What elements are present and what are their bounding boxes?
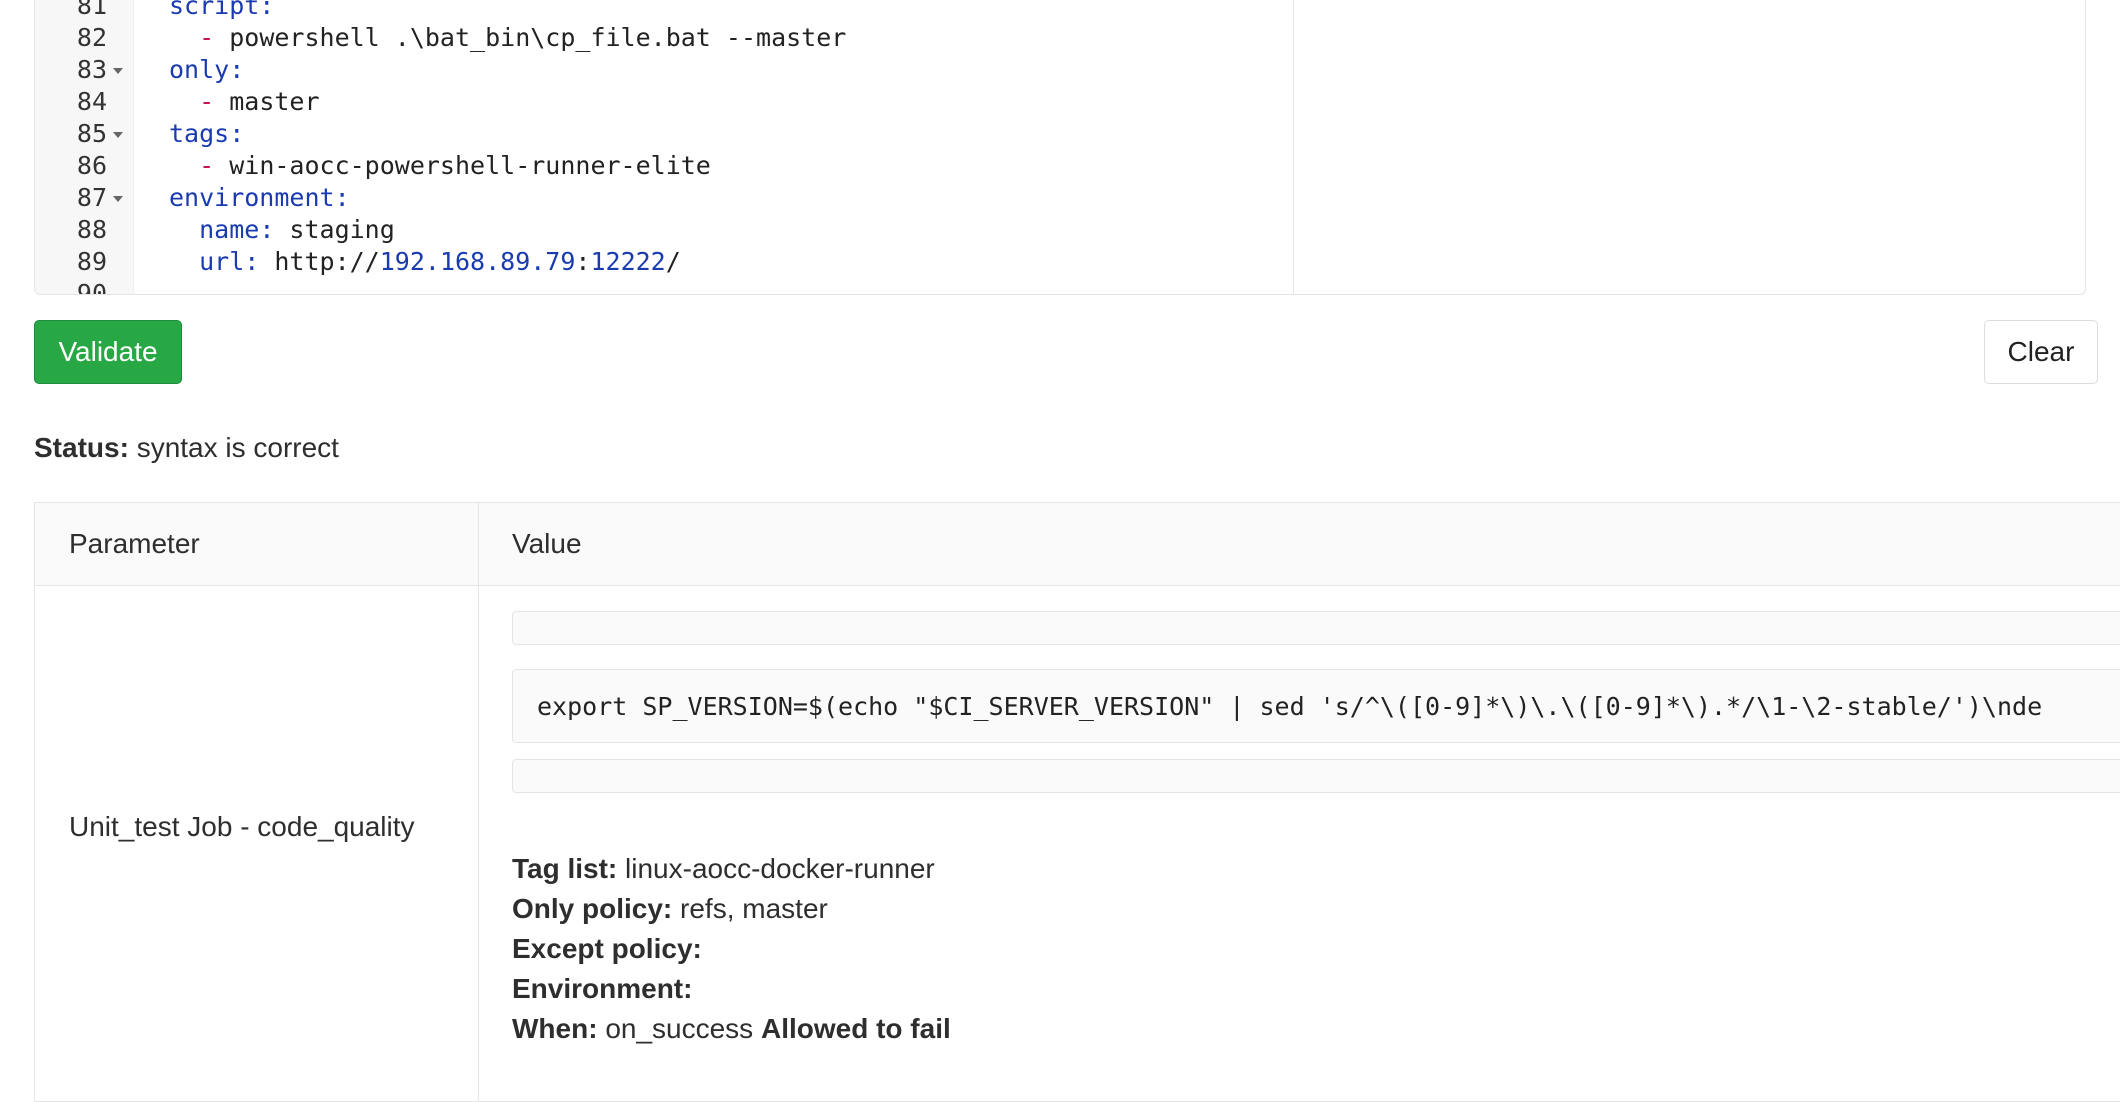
when-value: on_success: [605, 1013, 754, 1044]
ci-yaml-editor[interactable]: 81 script: 82 - powershell .\bat_bin\cp_fi…: [34, 0, 2086, 295]
header-value: Value: [512, 528, 582, 559]
code-line[interactable]: 85 tags:: [35, 118, 1285, 150]
code-line[interactable]: 89 url: http://192.168.89.79:12222/: [35, 246, 1285, 278]
code-line[interactable]: 88 name: staging: [35, 214, 1285, 246]
only-policy-row: Only policy: refs, master: [512, 889, 951, 929]
code-line[interactable]: 83 only:: [35, 54, 1285, 86]
code-text: script:: [169, 0, 275, 20]
fold-arrow-icon[interactable]: [113, 196, 123, 202]
lint-results-table: Parameter Value Unit_test Job - code_qua…: [34, 502, 2120, 1102]
environment-label: Environment:: [512, 973, 693, 1004]
allowed-to-fail: Allowed to fail: [760, 1013, 951, 1044]
job-name: Unit_test Job - code_quality: [69, 811, 415, 842]
line-number: 90: [76, 279, 107, 295]
code-line[interactable]: 87 environment:: [35, 182, 1285, 214]
column-divider: [478, 503, 479, 1101]
code-text: - powershell .\bat_bin\cp_file.bat --mas…: [199, 23, 847, 52]
status-label: Status:: [34, 432, 129, 463]
clear-button[interactable]: Clear: [1984, 320, 2098, 384]
line-number: 81: [76, 0, 107, 20]
tag-list-label: Tag list:: [512, 853, 618, 884]
only-policy-value: refs, master: [680, 893, 828, 924]
tag-list-value: linux-aocc-docker-runner: [625, 853, 935, 884]
only-policy-label: Only policy:: [512, 893, 673, 924]
line-number: 85: [76, 119, 107, 148]
validate-button[interactable]: Validate: [34, 320, 182, 384]
line-number: 84: [76, 87, 107, 116]
code-text: tags:: [169, 119, 245, 148]
status-text: syntax is correct: [136, 432, 339, 463]
except-policy-label: Except policy:: [512, 933, 702, 964]
fold-arrow-icon[interactable]: [113, 132, 123, 138]
line-number: 83: [76, 55, 107, 84]
except-policy-row: Except policy:: [512, 929, 951, 969]
line-number: 82: [76, 23, 107, 52]
before-script-block: [512, 611, 2120, 645]
when-label: When:: [512, 1013, 598, 1044]
line-number: 87: [76, 183, 107, 212]
tag-list-row: Tag list: linux-aocc-docker-runner: [512, 849, 951, 889]
code-text: name: staging: [199, 215, 395, 244]
job-details: Tag list: linux-aocc-docker-runner Only …: [512, 849, 951, 1049]
environment-row: Environment:: [512, 969, 951, 1009]
code-line[interactable]: 84 - master: [35, 86, 1285, 118]
line-number: 89: [76, 247, 107, 276]
after-script-block: [512, 759, 2120, 793]
code-text: only:: [169, 55, 245, 84]
code-text: url: http://192.168.89.79:12222/: [199, 247, 681, 276]
editor-divider: [1293, 0, 1294, 294]
code-line[interactable]: 86 - win-aocc-powershell-runner-elite: [35, 150, 1285, 182]
validation-status: Status: syntax is correct: [34, 432, 339, 464]
header-parameter: Parameter: [69, 528, 200, 559]
line-number: 88: [76, 215, 107, 244]
script-line: export SP_VERSION=$(echo "$CI_SERVER_VER…: [537, 692, 2043, 721]
line-number: 86: [76, 151, 107, 180]
table-header: Parameter Value: [35, 503, 2120, 586]
code-text: environment:: [169, 183, 350, 212]
code-line[interactable]: 82 - powershell .\bat_bin\cp_file.bat --…: [35, 22, 1285, 54]
code-line[interactable]: 81 script:: [35, 0, 1285, 22]
code-text: - master: [199, 87, 320, 116]
when-row: When: on_success Allowed to fail: [512, 1009, 951, 1049]
script-block: export SP_VERSION=$(echo "$CI_SERVER_VER…: [512, 669, 2120, 743]
code-text: - win-aocc-powershell-runner-elite: [199, 151, 711, 180]
fold-arrow-icon[interactable]: [113, 68, 123, 74]
code-line[interactable]: 90: [35, 278, 1285, 295]
